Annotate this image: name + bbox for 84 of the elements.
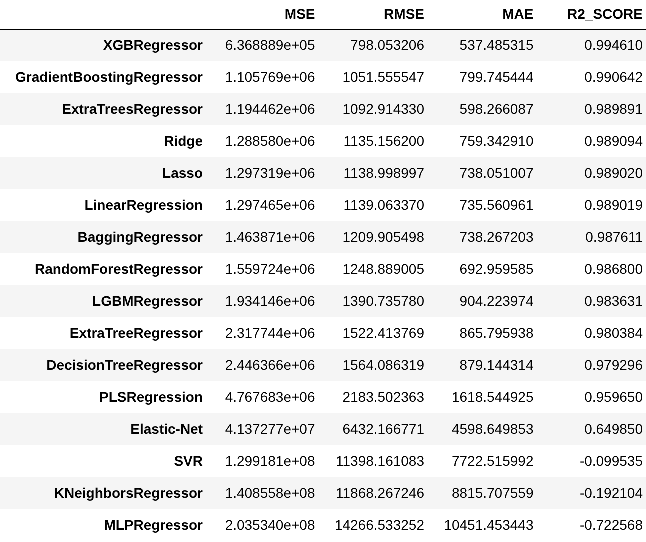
row-label: Ridge	[0, 125, 209, 157]
table-cell: 0.994610	[536, 29, 646, 61]
table-cell: 1.299181e+08	[209, 445, 318, 477]
table-cell: 1.297465e+06	[209, 189, 318, 221]
table-cell: 1.194462e+06	[209, 93, 318, 125]
table-cell: 537.485315	[428, 29, 537, 61]
table-cell: 14266.533252	[318, 509, 428, 541]
table-cell: 865.795938	[428, 317, 537, 349]
table-cell: 2.035340e+08	[209, 509, 318, 541]
column-header: RMSE	[318, 0, 428, 29]
row-label: LGBMRegressor	[0, 285, 209, 317]
table-cell: 0.986800	[536, 253, 646, 285]
table-cell: 2183.502363	[318, 381, 428, 413]
table-cell: 1618.544925	[428, 381, 537, 413]
table-cell: 1139.063370	[318, 189, 428, 221]
row-label: Elastic-Net	[0, 413, 209, 445]
table-cell: 7722.515992	[428, 445, 537, 477]
row-label: Lasso	[0, 157, 209, 189]
table-cell: 2.317744e+06	[209, 317, 318, 349]
table-cell: 0.983631	[536, 285, 646, 317]
table-cell: 1209.905498	[318, 221, 428, 253]
column-header: R2_SCORE	[536, 0, 646, 29]
table-cell: 1.463871e+06	[209, 221, 318, 253]
column-header: MSE	[209, 0, 318, 29]
table-cell: 4.137277e+07	[209, 413, 318, 445]
table-cell: 735.560961	[428, 189, 537, 221]
row-label: XGBRegressor	[0, 29, 209, 61]
row-label: BaggingRegressor	[0, 221, 209, 253]
row-label: DecisionTreeRegressor	[0, 349, 209, 381]
table-cell: 1.934146e+06	[209, 285, 318, 317]
table-cell: 0.649850	[536, 413, 646, 445]
table-cell: 0.989019	[536, 189, 646, 221]
table-cell: 8815.707559	[428, 477, 537, 509]
row-label: KNeighborsRegressor	[0, 477, 209, 509]
row-label: RandomForestRegressor	[0, 253, 209, 285]
row-label: SVR	[0, 445, 209, 477]
table-cell: 0.980384	[536, 317, 646, 349]
table-cell: 879.144314	[428, 349, 537, 381]
table-cell: 1564.086319	[318, 349, 428, 381]
table-cell: -0.192104	[536, 477, 646, 509]
table-cell: 1.408558e+08	[209, 477, 318, 509]
table-cell: 1390.735780	[318, 285, 428, 317]
table-cell: 0.989020	[536, 157, 646, 189]
table-cell: 0.979296	[536, 349, 646, 381]
table-cell: 4.767683e+06	[209, 381, 318, 413]
table-cell: 6.368889e+05	[209, 29, 318, 61]
table-cell: 2.446366e+06	[209, 349, 318, 381]
table-cell: 11868.267246	[318, 477, 428, 509]
table-cell: 1248.889005	[318, 253, 428, 285]
row-label: LinearRegression	[0, 189, 209, 221]
table-cell: 799.745444	[428, 61, 537, 93]
table-cell: 738.051007	[428, 157, 537, 189]
table-cell: 0.959650	[536, 381, 646, 413]
table-cell: 4598.649853	[428, 413, 537, 445]
table-cell: 1.297319e+06	[209, 157, 318, 189]
table-cell: 10451.453443	[428, 509, 537, 541]
table-cell: 11398.161083	[318, 445, 428, 477]
table-cell: 6432.166771	[318, 413, 428, 445]
row-label: ExtraTreesRegressor	[0, 93, 209, 125]
table-cell: 759.342910	[428, 125, 537, 157]
table-cell: 1135.156200	[318, 125, 428, 157]
table-cell: -0.099535	[536, 445, 646, 477]
table-cell: 0.990642	[536, 61, 646, 93]
table-cell: 738.267203	[428, 221, 537, 253]
table-cell: 1522.413769	[318, 317, 428, 349]
table-cell: 598.266087	[428, 93, 537, 125]
table-cell: 1.559724e+06	[209, 253, 318, 285]
table-cell: 1051.555547	[318, 61, 428, 93]
table-cell: 0.989094	[536, 125, 646, 157]
table-cell: 692.959585	[428, 253, 537, 285]
table-cell: -0.722568	[536, 509, 646, 541]
table-cell: 1.288580e+06	[209, 125, 318, 157]
table-cell: 0.987611	[536, 221, 646, 253]
row-label: MLPRegressor	[0, 509, 209, 541]
table-cell: 798.053206	[318, 29, 428, 61]
row-label: PLSRegression	[0, 381, 209, 413]
table-cell: 904.223974	[428, 285, 537, 317]
table-cell: 1092.914330	[318, 93, 428, 125]
table-cell: 1138.998997	[318, 157, 428, 189]
table-cell: 1.105769e+06	[209, 61, 318, 93]
column-header: MAE	[428, 0, 537, 29]
table-cell: 0.989891	[536, 93, 646, 125]
row-label: ExtraTreeRegressor	[0, 317, 209, 349]
row-label: GradientBoostingRegressor	[0, 61, 209, 93]
